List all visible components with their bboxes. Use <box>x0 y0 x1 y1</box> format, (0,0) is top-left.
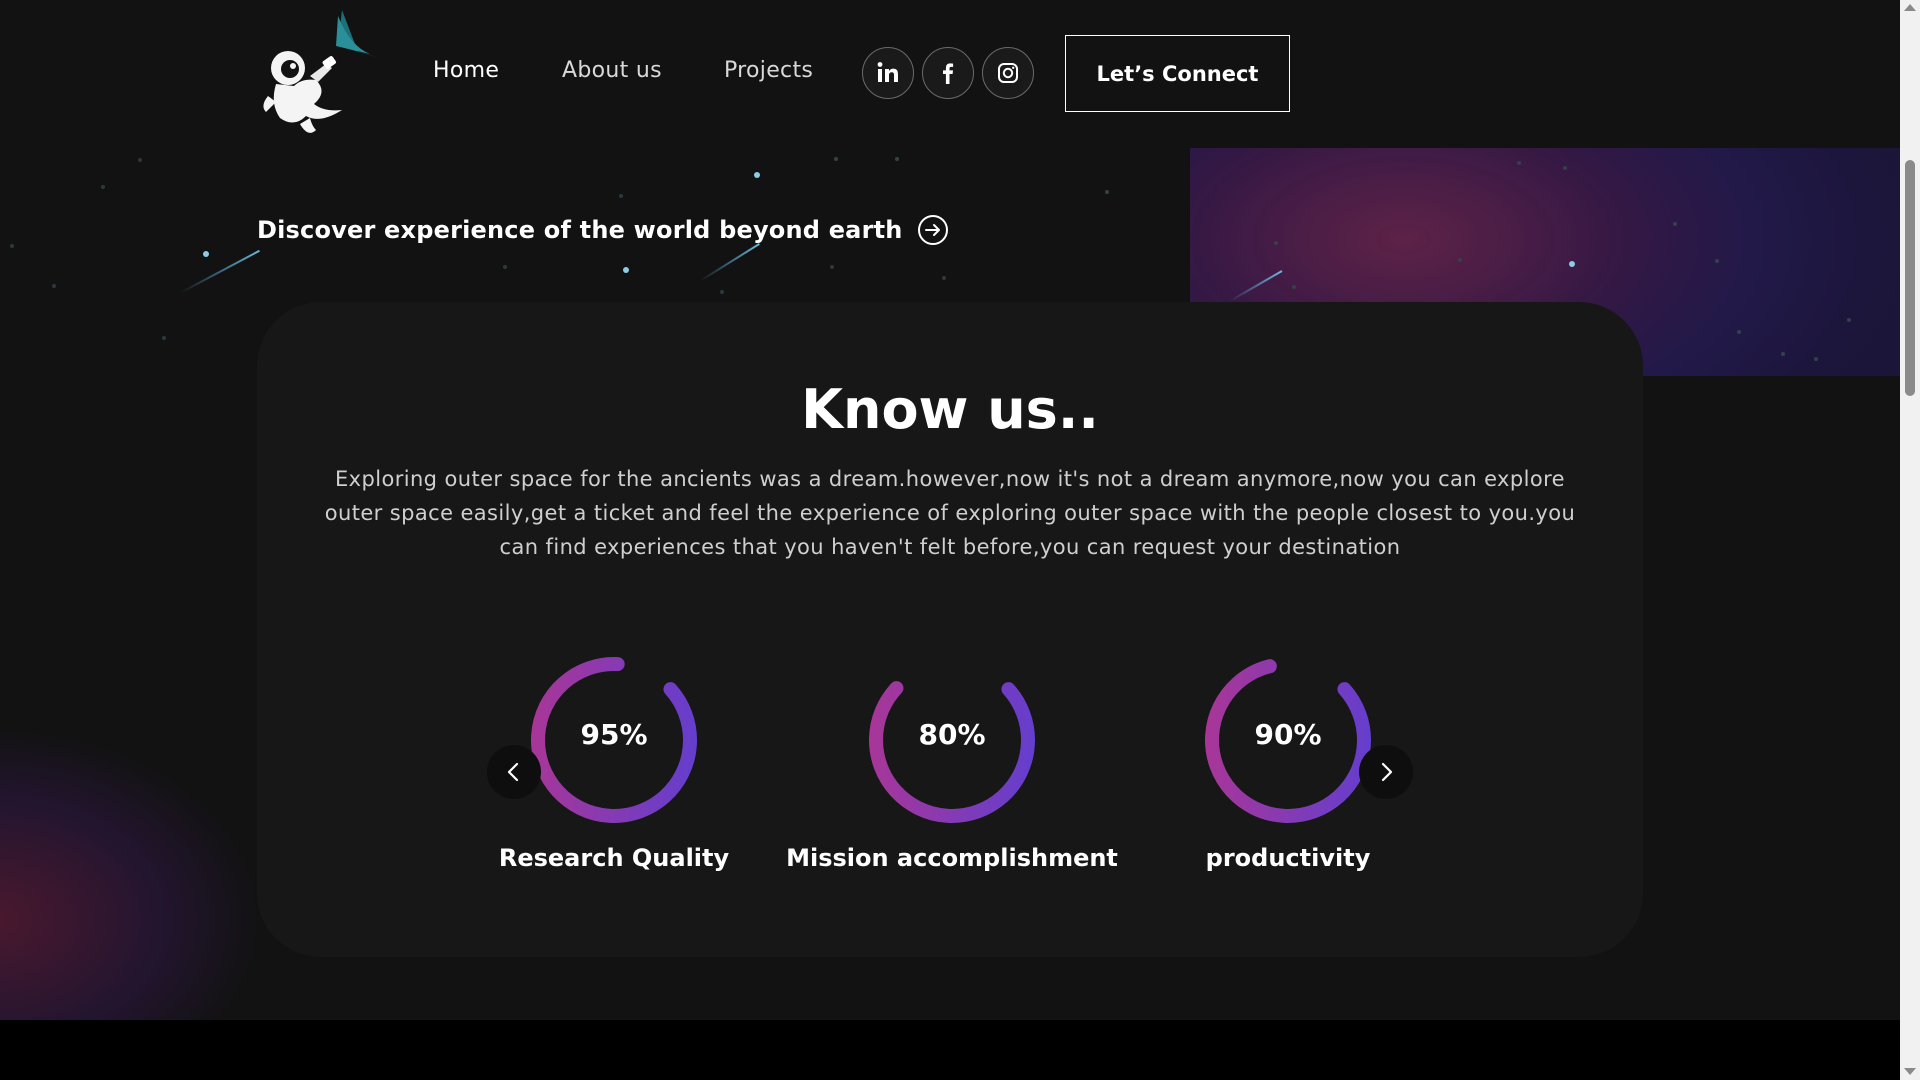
hero-tagline-link[interactable]: Discover experience of the world beyond … <box>257 214 949 246</box>
chevron-left-icon <box>507 762 519 782</box>
chevron-right-icon <box>1381 762 1393 782</box>
nav-link-projects[interactable]: Projects <box>724 58 813 83</box>
section-title: Know us.. <box>801 378 1099 441</box>
stat-mission-accomplishment: 80% Mission accomplishment <box>786 654 1118 894</box>
stat-percent: 80% <box>918 718 986 751</box>
star <box>1847 318 1851 322</box>
nav-link-about-us[interactable]: About us <box>562 58 662 83</box>
star <box>1673 222 1677 226</box>
section-description: Exploring outer space for the ancients w… <box>324 467 1576 559</box>
know-us-card: Know us.. Exploring outer space for the … <box>257 302 1643 957</box>
star <box>1274 241 1278 245</box>
carousel-next-button[interactable] <box>1359 745 1413 799</box>
linkedin-icon <box>877 62 898 82</box>
top-navigation: Home About us Projects Let’s Connect <box>0 0 1900 148</box>
instagram-button[interactable] <box>982 47 1034 99</box>
carousel-prev-button[interactable] <box>487 745 541 799</box>
star <box>1292 285 1296 289</box>
star <box>203 251 209 257</box>
page: Home About us Projects Let’s Connect Dis… <box>0 0 1920 1080</box>
vertical-scrollbar[interactable] <box>1900 0 1920 1080</box>
star <box>623 267 629 273</box>
star <box>503 265 507 269</box>
star <box>1569 261 1575 267</box>
lets-connect-button[interactable]: Let’s Connect <box>1065 35 1290 112</box>
star <box>619 194 623 198</box>
facebook-icon <box>943 63 954 84</box>
star <box>101 185 105 189</box>
star <box>1105 190 1109 194</box>
star <box>162 336 166 340</box>
scrollbar-thumb[interactable] <box>1905 160 1915 396</box>
star <box>52 284 56 288</box>
hero-tagline: Discover experience of the world beyond … <box>257 216 903 244</box>
star <box>834 157 838 161</box>
stat-label: productivity <box>1205 844 1371 872</box>
star <box>1517 161 1521 165</box>
star <box>10 244 14 248</box>
star <box>942 276 946 280</box>
footer-strip <box>0 1020 1900 1080</box>
star <box>895 157 899 161</box>
shooting-star <box>699 243 760 282</box>
star <box>138 158 142 162</box>
shooting-star <box>179 249 260 294</box>
star <box>1458 258 1462 262</box>
scroll-up-arrow-icon[interactable] <box>1904 4 1916 11</box>
arrow-right-circle-icon <box>917 215 948 245</box>
star <box>1737 330 1741 334</box>
nav-link-home[interactable]: Home <box>433 58 499 83</box>
instagram-icon <box>998 63 1018 83</box>
star <box>1715 259 1719 263</box>
stat-label: Research Quality <box>498 844 730 872</box>
star <box>720 290 724 294</box>
astronaut-logo[interactable] <box>250 6 390 146</box>
scroll-down-arrow-icon[interactable] <box>1904 1068 1916 1075</box>
facebook-button[interactable] <box>922 47 974 99</box>
linkedin-button[interactable] <box>862 47 914 99</box>
star <box>1814 357 1818 361</box>
star <box>1563 166 1567 170</box>
star <box>830 265 834 269</box>
star <box>754 172 760 178</box>
stat-label: Mission accomplishment <box>786 844 1118 872</box>
star <box>1781 352 1785 356</box>
